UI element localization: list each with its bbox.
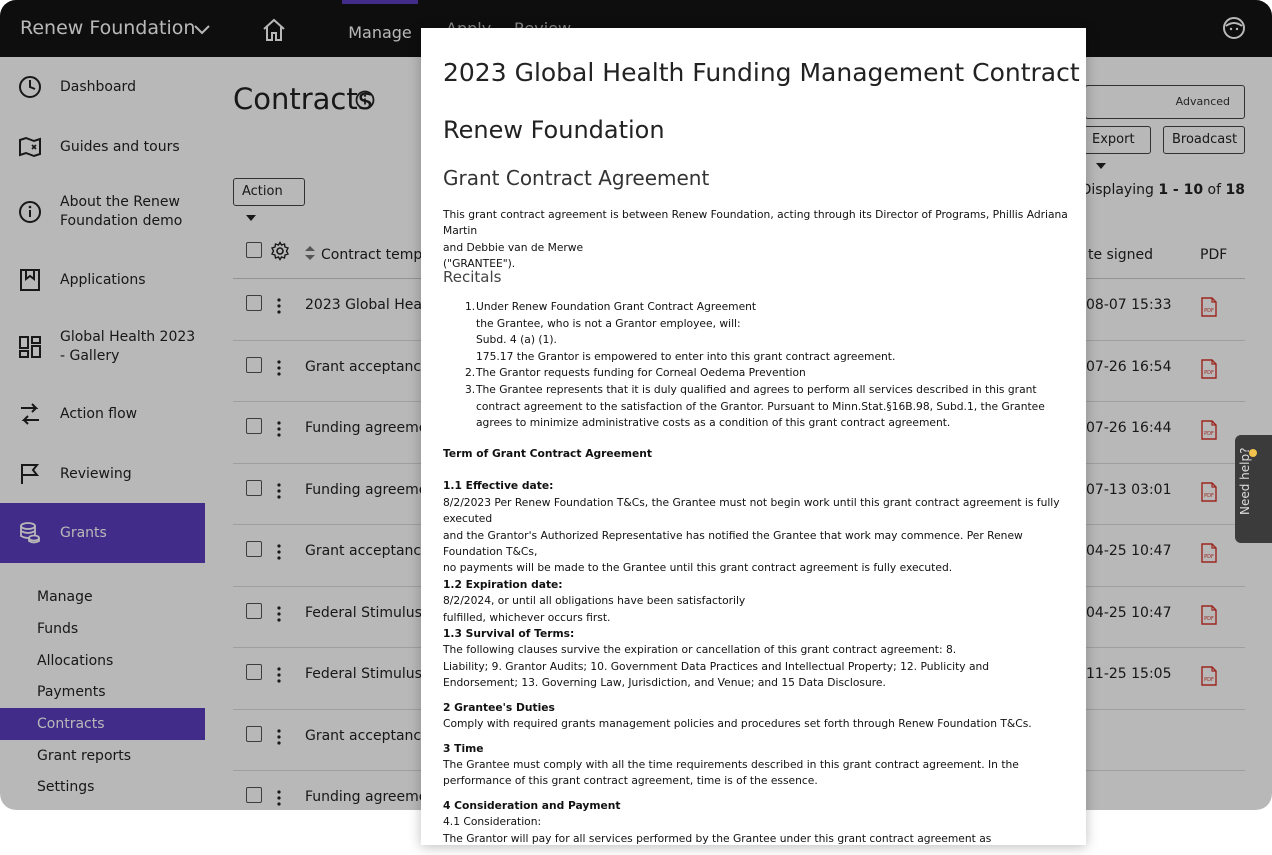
section-heading: 3 Time — [443, 741, 484, 755]
recital-line: agrees to minimize administrative costs … — [476, 416, 951, 430]
document-subtitle: Grant Contract Agreement — [443, 166, 710, 190]
document-org: Renew Foundation — [443, 116, 665, 144]
section-line: and the Grantor's Authorized Representat… — [443, 528, 1023, 559]
terms-section: Term of Grant Contract Agreement 1.1 Effe… — [443, 446, 1073, 845]
contract-document-preview: 2023 Global Health Funding Management Co… — [421, 28, 1086, 845]
section-heading: 2 Grantee's Duties — [443, 700, 555, 714]
recital-line: the Grantee, who is not a Grantor employ… — [476, 316, 741, 330]
section-line: Comply with required grants management p… — [443, 717, 1032, 731]
recital-item: 1. Under Renew Foundation Grant Contract … — [443, 299, 1073, 365]
recitals-list: 1. Under Renew Foundation Grant Contract … — [443, 299, 1073, 432]
recital-line: The Grantor requests funding for Corneal… — [476, 366, 806, 380]
section-heading: 1.2 Expiration date: — [443, 577, 563, 591]
section-line: 8/2/2024, or until all obligations have … — [443, 594, 746, 608]
section-heading: 1.3 Survival of Terms: — [443, 627, 575, 641]
intro-line: and Debbie van de Merwe — [443, 240, 584, 254]
section-line: Endorsement; 13. Governing Law, Jurisdic… — [443, 676, 886, 690]
recital-number: 2. — [465, 366, 476, 380]
intro-line: This grant contract agreement is between… — [443, 208, 1068, 238]
recital-line: contract agreement to the satisfaction o… — [476, 399, 1045, 413]
section-heading: 1.1 Effective date: — [443, 479, 554, 493]
section-line: performance of this grant contract agree… — [443, 774, 818, 788]
section-line: The following clauses survive the expira… — [443, 643, 957, 657]
recital-item: 2. The Grantor requests funding for Corne… — [443, 365, 1073, 382]
need-help-tab[interactable]: Need help? — [1235, 435, 1272, 543]
recital-line: Under Renew Foundation Grant Contract Ag… — [476, 300, 757, 313]
need-help-label: Need help? — [1238, 447, 1252, 515]
section-line: fulfilled, whichever occurs first. — [443, 610, 611, 624]
document-intro: This grant contract agreement is between… — [443, 207, 1073, 273]
recital-number: 1. — [465, 300, 476, 313]
section-heading: 4 Consideration and Payment — [443, 798, 621, 812]
section-line: The Grantee must comply with all the tim… — [443, 757, 1019, 771]
section-line: 8/2/2023 Per Renew Foundation T&Cs, the … — [443, 495, 1060, 526]
recital-number: 3. — [465, 382, 476, 396]
term-heading: Term of Grant Contract Agreement — [443, 447, 652, 460]
recital-line: 175.17 the Grantor is empowered to enter… — [476, 349, 896, 363]
recitals-heading: Recitals — [443, 268, 502, 286]
section-line: 4.1 Consideration: — [443, 815, 542, 829]
document-title: 2023 Global Health Funding Management Co… — [443, 58, 1080, 87]
section-line: no payments will be made to the Grantee … — [443, 561, 953, 575]
recital-line: Subd. 4 (a) (1). — [476, 333, 557, 347]
intro-line: ("GRANTEE"). — [443, 257, 516, 271]
section-line: Liability; 9. Grantor Audits; 10. Govern… — [443, 659, 990, 673]
recital-item: 3. The Grantee represents that it is duly… — [443, 382, 1073, 432]
recital-line: The Grantee represents that it is duly q… — [476, 382, 1037, 396]
section-line: The Grantor will pay for all services pe… — [443, 831, 992, 845]
